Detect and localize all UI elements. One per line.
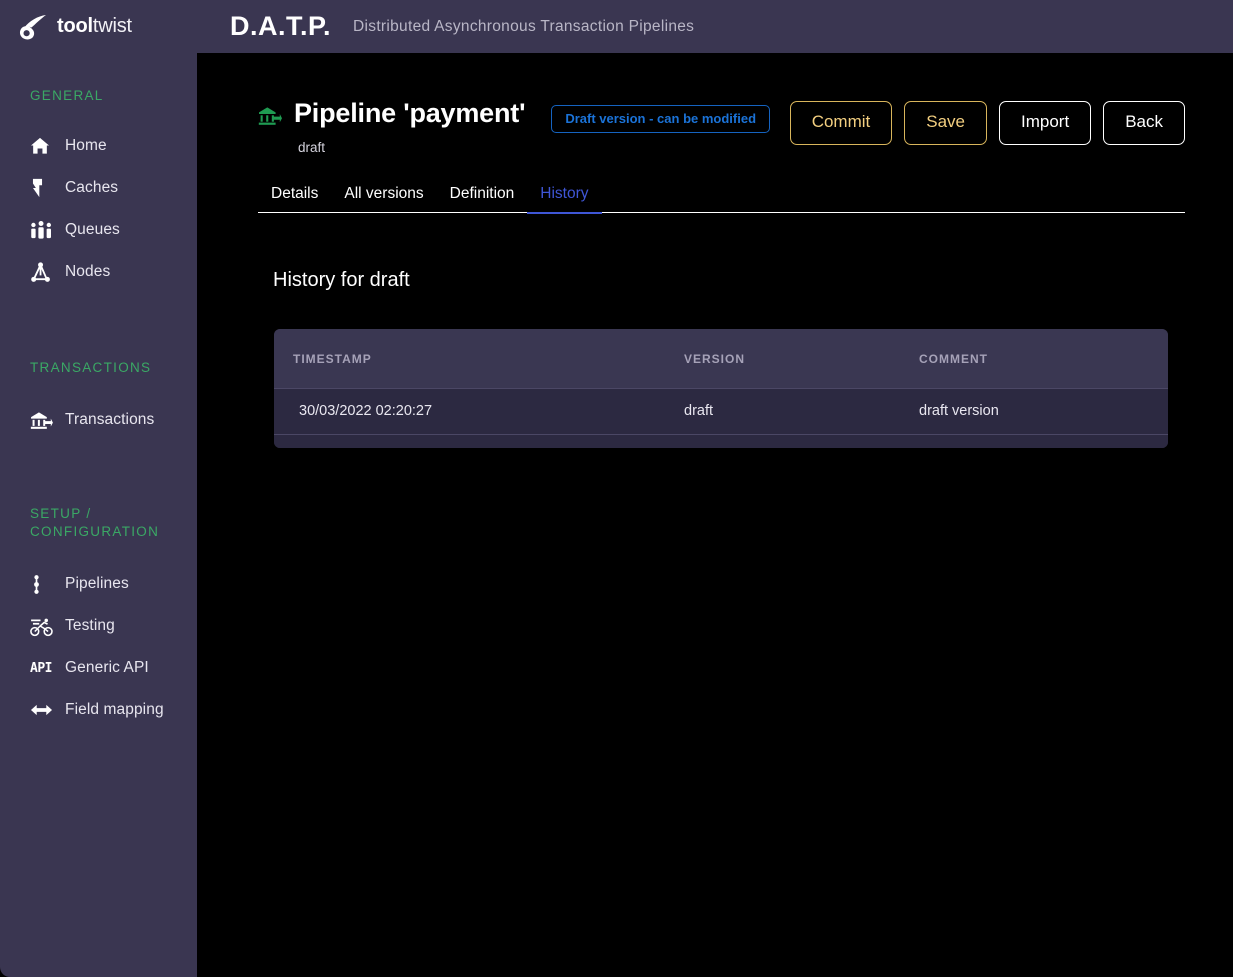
app-root: tooltwist D.A.T.P. Distributed Asynchron…	[0, 0, 1233, 977]
sidebar-item-label: Caches	[65, 179, 119, 196]
sidebar-item-generic-api[interactable]: API Generic API	[0, 647, 197, 689]
page-subtitle: draft	[298, 140, 326, 155]
sidebar-section-title-general: GENERAL	[30, 88, 104, 103]
table-head: TIMESTAMP VERSION COMMENT	[274, 329, 1168, 389]
cell-version: draft	[684, 388, 919, 435]
sidebar-item-label: Testing	[65, 617, 115, 634]
app-subtitle: Distributed Asynchronous Transaction Pip…	[353, 17, 695, 35]
table-body: 30/03/2022 02:20:27 draft draft version	[274, 388, 1168, 435]
app-abbreviation: D.A.T.P.	[230, 11, 332, 41]
brand-text: tooltwist	[57, 15, 132, 38]
top-bar: tooltwist D.A.T.P. Distributed Asynchron…	[0, 0, 1233, 53]
status-badge[interactable]: Draft version - can be modified	[551, 105, 771, 133]
column-header-comment[interactable]: COMMENT	[919, 329, 1168, 389]
tab-all-versions[interactable]: All versions	[331, 185, 436, 212]
tab-bar: Details All versions Definition History	[258, 181, 1185, 214]
save-button[interactable]: Save	[904, 101, 988, 145]
table-header-row: TIMESTAMP VERSION COMMENT	[274, 329, 1168, 389]
page-title: Pipeline 'payment'	[294, 98, 526, 128]
page-header: Pipeline 'payment' draft Draft version -…	[197, 97, 1233, 155]
sidebar-item-label: Generic API	[65, 659, 149, 676]
sidebar-section-title-transactions: TRANSACTIONS	[30, 360, 152, 375]
history-table-container: TIMESTAMP VERSION COMMENT 30/03/2022 02:…	[274, 329, 1168, 448]
column-header-version[interactable]: VERSION	[684, 329, 919, 389]
section-heading: History for draft	[273, 269, 410, 291]
brand[interactable]: tooltwist	[16, 13, 198, 41]
sidebar-item-label: Nodes	[65, 263, 111, 280]
sidebar-item-label: Field mapping	[65, 701, 164, 718]
sidebar: GENERAL Home Caches Queues Nodes TRANSAC…	[0, 53, 197, 977]
cell-comment: draft version	[919, 388, 1168, 435]
sidebar-item-field-mapping[interactable]: Field mapping	[0, 689, 197, 731]
sidebar-item-pipelines[interactable]: Pipelines	[0, 563, 197, 605]
brand-name-bold: tool	[57, 15, 93, 37]
back-button[interactable]: Back	[1103, 101, 1185, 145]
sidebar-item-label: Home	[65, 137, 107, 154]
action-buttons: Commit Save Import Back	[789, 101, 1185, 145]
title-block: Pipeline 'payment' draft	[294, 97, 526, 155]
sidebar-item-label: Transactions	[65, 411, 155, 428]
sidebar-section-title-setup: SETUP / CONFIGURATION	[30, 506, 160, 539]
sidebar-item-nodes[interactable]: Nodes	[0, 251, 197, 293]
left-right-arrow-icon	[30, 699, 54, 721]
home-icon	[30, 135, 54, 157]
cyclist-icon	[30, 615, 54, 637]
network-nodes-icon	[30, 261, 54, 283]
cell-timestamp: 30/03/2022 02:20:27	[274, 388, 684, 435]
sidebar-item-caches[interactable]: Caches	[0, 167, 197, 209]
table-row[interactable]: 30/03/2022 02:20:27 draft draft version	[274, 388, 1168, 435]
sidebar-item-label: Queues	[65, 221, 120, 238]
column-header-timestamp[interactable]: TIMESTAMP	[274, 329, 684, 389]
lightning-bolt-icon	[30, 177, 54, 199]
history-table: TIMESTAMP VERSION COMMENT 30/03/2022 02:…	[274, 329, 1168, 435]
tab-definition[interactable]: Definition	[437, 185, 528, 212]
sidebar-item-testing[interactable]: Testing	[0, 605, 197, 647]
bank-transfer-icon	[30, 409, 54, 431]
tab-details[interactable]: Details	[258, 185, 331, 212]
commit-button[interactable]: Commit	[789, 101, 893, 145]
people-group-icon	[30, 219, 54, 241]
bank-transfer-icon	[258, 106, 282, 130]
sidebar-item-queues[interactable]: Queues	[0, 209, 197, 251]
brand-name-light: twist	[92, 15, 132, 37]
api-icon: API	[30, 657, 54, 679]
table-footer-strip	[274, 435, 1168, 448]
sidebar-item-home[interactable]: Home	[0, 125, 197, 167]
pipeline-nodes-icon	[30, 573, 54, 595]
main-content: Pipeline 'payment' draft Draft version -…	[197, 53, 1233, 977]
comet-logo-icon	[16, 13, 50, 41]
sidebar-item-label: Pipelines	[65, 575, 129, 592]
sidebar-item-transactions[interactable]: Transactions	[0, 399, 197, 441]
tab-history[interactable]: History	[527, 185, 602, 214]
api-icon-glyph: API	[30, 660, 52, 676]
import-button[interactable]: Import	[999, 101, 1092, 145]
